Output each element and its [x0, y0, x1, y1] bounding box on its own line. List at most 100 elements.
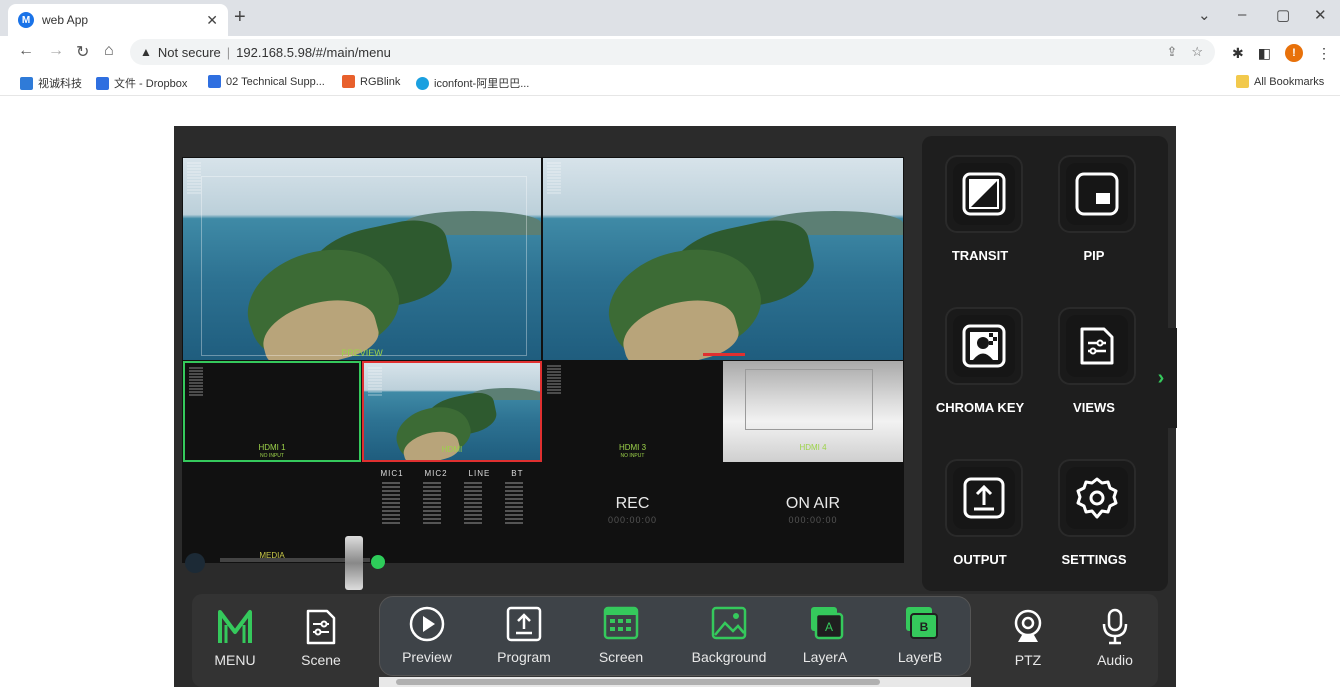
preview-label: Preview: [402, 649, 452, 665]
layer-b-icon: B: [906, 607, 938, 639]
scene-button[interactable]: Scene: [296, 608, 346, 668]
sidepanel-icon[interactable]: ◧: [1258, 45, 1271, 62]
layerb-button[interactable]: B LayerB: [890, 605, 950, 665]
program-monitor[interactable]: [543, 158, 903, 360]
vu-meter: [547, 365, 569, 394]
output-button[interactable]: [945, 459, 1023, 537]
transit-label: TRANSIT: [951, 248, 1009, 263]
chroma-key-button[interactable]: [945, 307, 1023, 385]
views-icon: [1080, 327, 1114, 365]
onair-cell[interactable]: ON AIR 000:00:00: [723, 463, 903, 563]
background-button[interactable]: Background: [684, 605, 774, 665]
forward-icon[interactable]: →: [48, 42, 64, 60]
all-bookmarks[interactable]: All Bookmarks: [1236, 75, 1324, 88]
audio-channel-label: MIC2: [424, 469, 448, 478]
iconfont-icon: [416, 76, 429, 90]
rec-cell[interactable]: REC 000:00:00: [543, 463, 722, 563]
browser-tab[interactable]: M web App ✕: [8, 4, 228, 36]
more-menu-icon[interactable]: ⋮: [1317, 45, 1331, 62]
layerb-label: LayerB: [897, 649, 943, 665]
home-icon[interactable]: ⌂: [104, 42, 114, 60]
bookmark-item[interactable]: 02 Technical Supp...: [208, 75, 325, 88]
screen-button[interactable]: Screen: [591, 605, 651, 665]
upload-icon: [506, 606, 542, 642]
scene-label: Scene: [301, 652, 341, 668]
audio-meter-mic2: [422, 482, 441, 524]
audio-channel-label: BT: [511, 469, 524, 478]
program-button[interactable]: Program: [494, 605, 554, 665]
expand-panel-button[interactable]: ›: [1145, 328, 1177, 428]
input-hdmi3[interactable]: HDMI 3 NO INPUT: [543, 361, 722, 462]
output-label: OUTPUT: [953, 552, 1007, 567]
input-label: HDMI 3: [618, 443, 647, 452]
preview-monitor[interactable]: PREVIEW: [183, 158, 541, 360]
bookmark-item[interactable]: 视诚科技: [20, 75, 82, 91]
reload-icon[interactable]: ↻: [76, 42, 89, 62]
audio-channel-label: LINE: [468, 469, 491, 478]
tbar-indicator: [371, 555, 385, 569]
transit-button[interactable]: [945, 155, 1023, 233]
transit-icon: [962, 172, 1006, 216]
url-field[interactable]: ▲ Not secure | 192.168.5.98/#/main/menu …: [130, 39, 1215, 65]
views-button[interactable]: [1058, 307, 1136, 385]
layera-label: LayerA: [802, 649, 848, 665]
folder-icon: [1236, 75, 1249, 88]
input-hdmi1[interactable]: HDMI 1 NO INPUT: [183, 361, 361, 462]
bookmark-item[interactable]: 文件 - Dropbox: [96, 75, 187, 91]
dropbox-icon: [96, 76, 109, 90]
extensions-icon[interactable]: ✱: [1232, 45, 1244, 62]
preview-button[interactable]: Preview: [397, 605, 457, 665]
pip-button[interactable]: [1058, 155, 1136, 233]
screen-label: Screen: [598, 649, 644, 665]
scrollbar-thumb[interactable]: [396, 679, 880, 685]
screen-grid-icon: [603, 606, 639, 640]
tab-search-icon[interactable]: ⌄: [1198, 6, 1211, 24]
input-hdmi4[interactable]: HDMI 4: [723, 361, 903, 462]
scene-icon: [306, 609, 336, 645]
menu-logo-icon: [218, 610, 252, 643]
url-text: 192.168.5.98/#/main/menu: [236, 44, 391, 60]
close-window-icon[interactable]: ✕: [1314, 6, 1327, 24]
tbar-handle[interactable]: [345, 536, 363, 590]
chevron-right-icon: ›: [1157, 366, 1165, 389]
menu-button[interactable]: MENU: [210, 608, 260, 668]
image-icon: [711, 606, 747, 640]
share-icon[interactable]: ⇪: [1166, 44, 1177, 60]
webcam-icon: [1014, 609, 1042, 642]
background-label: Background: [691, 649, 767, 665]
close-tab-icon[interactable]: ✕: [206, 12, 218, 29]
audio-button[interactable]: Audio: [1090, 608, 1140, 668]
audio-meters: MIC1 MIC2 LINE BT: [362, 463, 542, 563]
views-label: VIEWS: [1073, 400, 1115, 415]
media-cell[interactable]: MEDIA: [183, 463, 361, 563]
microphone-icon: [1102, 608, 1128, 645]
bottom-center-group: [379, 596, 971, 676]
address-bar-row: ← → ↻ ⌂ ▲ Not secure | 192.168.5.98/#/ma…: [0, 36, 1340, 68]
program-label: Program: [497, 649, 551, 665]
vu-meter: [368, 367, 390, 396]
onair-time: 000:00:00: [788, 515, 838, 525]
input-sub: NO INPUT: [260, 453, 284, 459]
profile-avatar[interactable]: !: [1284, 44, 1303, 62]
rec-label: REC: [615, 495, 650, 512]
audio-meter-line: [463, 482, 482, 524]
star-icon[interactable]: ☆: [1191, 44, 1203, 60]
layera-button[interactable]: A LayerA: [795, 605, 855, 665]
minimize-icon[interactable]: –: [1238, 6, 1246, 23]
layer-a-letter: A: [825, 620, 833, 634]
app-favicon-icon: M: [18, 12, 34, 28]
settings-button[interactable]: [1058, 459, 1136, 537]
new-tab-icon[interactable]: +: [234, 6, 246, 29]
maximize-icon[interactable]: ▢: [1276, 6, 1290, 24]
back-icon[interactable]: ←: [18, 42, 34, 60]
bookmark-item[interactable]: iconfont-阿里巴巴...: [416, 75, 529, 91]
bookmark-item[interactable]: RGBlink: [342, 75, 400, 88]
onair-label: ON AIR: [785, 495, 841, 512]
ptz-button[interactable]: PTZ: [1003, 608, 1053, 668]
pip-icon: [1075, 172, 1119, 216]
audio-meter-bt: [504, 482, 523, 524]
ptz-label: PTZ: [1014, 652, 1042, 668]
input-hdmi2[interactable]: HDMI: [362, 361, 542, 462]
audio-meter-mic1: [381, 482, 400, 524]
menu-label: MENU: [214, 652, 256, 668]
